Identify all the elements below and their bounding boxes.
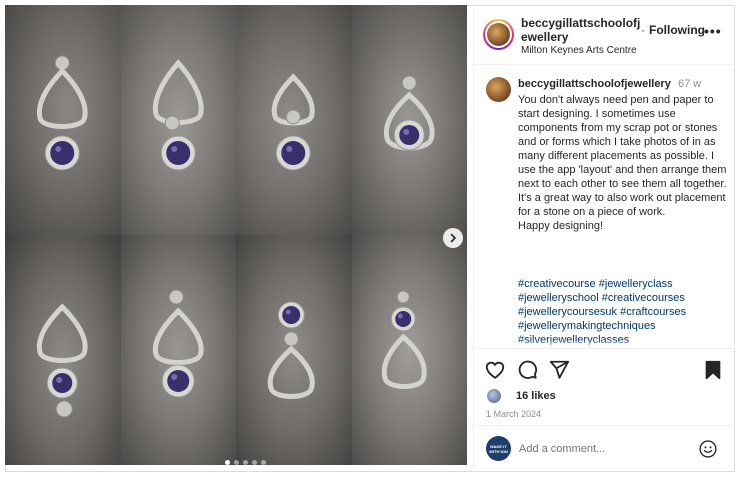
header-username-link[interactable]: beccygillattschoolofjewellery bbox=[521, 16, 641, 44]
jewellery-pendant-image bbox=[152, 59, 204, 171]
carousel-indicator bbox=[225, 460, 266, 465]
caption-fade bbox=[474, 340, 736, 348]
photo-grid bbox=[5, 5, 467, 465]
commenter-avatar: MAKE IT WITH KIM bbox=[486, 436, 511, 461]
liker-avatar[interactable] bbox=[486, 388, 502, 404]
hashtag-link[interactable]: #jewellerymakingtechniques bbox=[518, 319, 730, 333]
photo-cell bbox=[236, 5, 352, 235]
following-button[interactable]: Following bbox=[649, 23, 705, 37]
heart-icon[interactable] bbox=[484, 359, 506, 381]
avatar-logo-line: WITH KIM bbox=[489, 448, 508, 454]
comment-bar: MAKE IT WITH KIM bbox=[474, 425, 736, 472]
carousel-dot bbox=[243, 460, 248, 465]
hashtag-link[interactable]: #jewellerycoursesuk #craftcourses bbox=[518, 305, 730, 319]
photo-cell bbox=[120, 5, 236, 235]
caption-avatar[interactable] bbox=[486, 77, 511, 102]
caption-username-link[interactable]: beccygillattschoolofjewellery bbox=[518, 78, 671, 90]
carousel-next-button[interactable] bbox=[443, 228, 463, 248]
jewellery-pendant-image bbox=[381, 290, 427, 389]
carousel-dot bbox=[225, 460, 230, 465]
post-media[interactable] bbox=[5, 5, 467, 465]
photo-cell bbox=[5, 5, 121, 235]
emoji-icon[interactable] bbox=[698, 439, 718, 459]
carousel-dot bbox=[252, 460, 257, 465]
post-header: beccygillattschoolofjewellery · Followin… bbox=[474, 5, 736, 65]
jewellery-pendant-image bbox=[271, 73, 315, 171]
jewellery-pendant-image bbox=[36, 55, 88, 171]
hashtag-link[interactable]: #jewelleryschool #creativecourses bbox=[518, 291, 730, 305]
photo-cell bbox=[236, 235, 352, 465]
caption-text: You don't always need pen and paper to s… bbox=[518, 94, 727, 232]
photo-cell bbox=[120, 235, 236, 465]
photo-cell bbox=[5, 235, 121, 465]
caption-timestamp: 67 w bbox=[678, 78, 702, 90]
jewellery-pendant-image bbox=[152, 289, 204, 398]
photo-cell bbox=[351, 235, 467, 465]
jewellery-pendant-image bbox=[267, 301, 315, 399]
comment-input[interactable] bbox=[519, 440, 689, 458]
post-side-panel: beccygillattschoolofjewellery · Followin… bbox=[473, 5, 736, 472]
photo-cell bbox=[351, 5, 467, 235]
location-link[interactable]: Milton Keynes Arts Centre bbox=[521, 45, 637, 56]
avatar[interactable] bbox=[483, 19, 514, 50]
bookmark-icon[interactable] bbox=[702, 359, 724, 381]
jewellery-pendant-image bbox=[36, 303, 88, 418]
header-separator: · bbox=[641, 23, 645, 37]
hashtag-link[interactable]: #creativecourse #jewelleryclass bbox=[518, 277, 730, 291]
caption-section: beccygillattschoolofjewellery 67 w You d… bbox=[474, 66, 736, 348]
carousel-dot bbox=[261, 460, 266, 465]
jewellery-pendant-image bbox=[383, 75, 435, 151]
likes-count[interactable]: 16 likes bbox=[516, 390, 556, 402]
share-icon[interactable] bbox=[548, 359, 570, 381]
chevron-right-icon bbox=[450, 233, 456, 243]
hashtag-list: #creativecourse #jewelleryclass #jewelle… bbox=[518, 277, 730, 347]
comment-icon[interactable] bbox=[516, 359, 538, 381]
post-date[interactable]: 1 March 2024 bbox=[486, 409, 541, 419]
more-options-button[interactable]: ••• bbox=[704, 23, 722, 39]
carousel-dot bbox=[234, 460, 239, 465]
